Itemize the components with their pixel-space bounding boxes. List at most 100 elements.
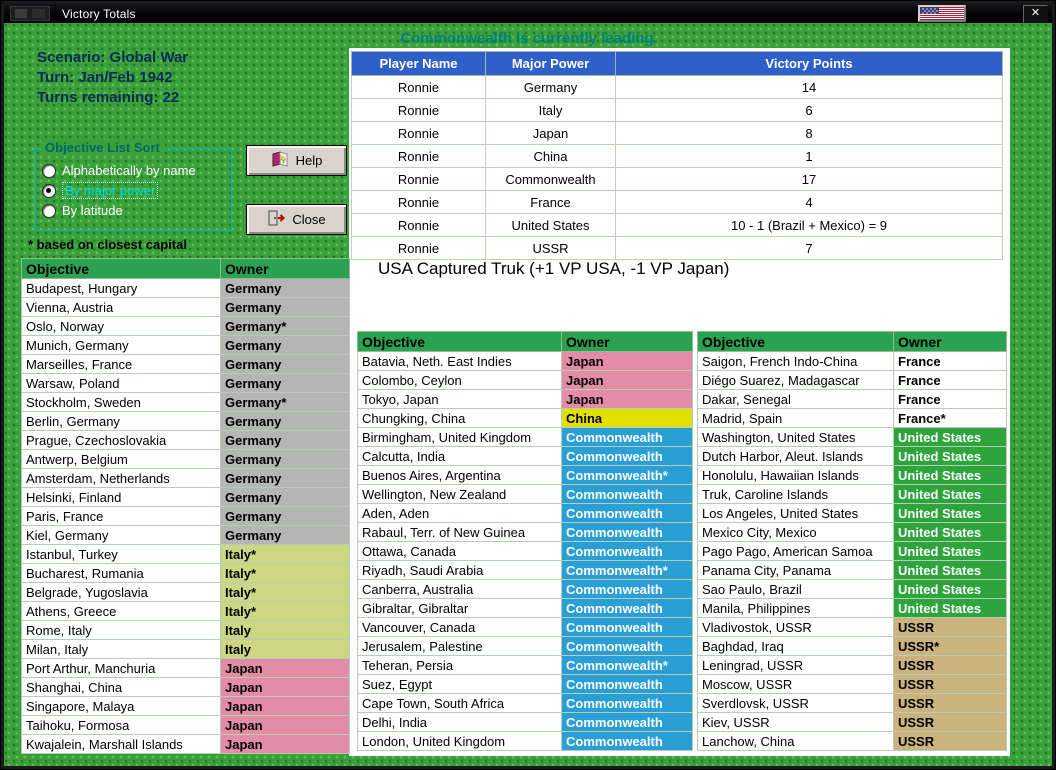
owner-cell: Germany xyxy=(220,506,350,526)
vp-row: Ronnie France 4 xyxy=(351,190,1003,214)
owner-cell: United States xyxy=(893,427,1007,447)
owner-cell: Commonwealth xyxy=(561,617,693,637)
vp-points-cell: 4 xyxy=(615,190,1003,214)
objective-cell: Bucharest, Rumania xyxy=(21,563,221,583)
owner-cell: Italy xyxy=(220,620,350,640)
objective-header-row: Objective Owner xyxy=(697,331,1007,352)
objective-cell: Suez, Egypt xyxy=(357,674,562,694)
vp-table-body: Ronnie Germany 14 Ronnie Italy 6 Ronnie Japan 8 R… xyxy=(351,75,1003,260)
objective-cell: Panama City, Panama xyxy=(697,560,894,580)
owner-cell: United States xyxy=(893,598,1007,618)
objective-cell: Dutch Harbor, Aleut. Islands xyxy=(697,446,894,466)
vp-power-cell: Japan xyxy=(485,121,616,145)
owner-cell: Commonwealth* xyxy=(561,655,693,675)
objective-table-right: Objective Owner Saigon, French Indo-Chin… xyxy=(697,331,1007,751)
owner-cell: Commonwealth xyxy=(561,712,693,732)
scenario-turn: Turn: Jan/Feb 1942 xyxy=(37,69,173,86)
owner-cell: Germany xyxy=(220,354,350,374)
objective-cell: Ottawa, Canada xyxy=(357,541,562,561)
vp-player-cell: Ronnie xyxy=(351,121,486,145)
objective-cell: Truk, Caroline Islands xyxy=(697,484,894,504)
objective-cell: Vladivostok, USSR xyxy=(697,617,894,637)
sort-option-label: By major power xyxy=(62,182,159,199)
objective-row: Dakar, Senegal France xyxy=(697,389,1007,409)
objective-column-header: Objective xyxy=(697,331,894,352)
objective-cell: Teheran, Persia xyxy=(357,655,562,675)
objective-cell: Batavia, Neth. East Indies xyxy=(357,351,562,371)
vp-power-cell: United States xyxy=(485,213,616,237)
owner-cell: Italy* xyxy=(220,544,350,564)
owner-cell: Germany xyxy=(220,373,350,393)
sort-option-alphabetically-by-name[interactable]: Alphabetically by name xyxy=(42,163,224,178)
owner-cell: Commonwealth xyxy=(561,503,693,523)
owner-cell: Commonwealth xyxy=(561,541,693,561)
objective-cell: Sverdlovsk, USSR xyxy=(697,693,894,713)
objective-cell: Berlin, Germany xyxy=(21,411,221,431)
owner-cell: Japan xyxy=(220,734,350,754)
owner-column-header: Owner xyxy=(220,258,350,279)
objective-cell: Baghdad, Iraq xyxy=(697,636,894,656)
owner-cell: France xyxy=(893,370,1007,390)
owner-cell: Commonwealth xyxy=(561,693,693,713)
objective-cell: Pago Pago, American Samoa xyxy=(697,541,894,561)
owner-cell: USSR xyxy=(893,655,1007,675)
owner-cell: Japan xyxy=(220,658,350,678)
owner-cell: Germany xyxy=(220,487,350,507)
vp-power-cell: Germany xyxy=(485,75,616,99)
owner-cell: Germany xyxy=(220,430,350,450)
objective-row: Lanchow, China USSR xyxy=(697,731,1007,751)
objective-cell: Milan, Italy xyxy=(21,639,221,659)
vp-points-cell: 10 - 1 (Brazil + Mexico) = 9 xyxy=(615,213,1003,237)
vp-points-cell: 6 xyxy=(615,98,1003,122)
owner-cell: Germany xyxy=(220,278,350,298)
leading-status-text: Commonwealth is currently leading. xyxy=(400,30,658,47)
vp-points-cell: 8 xyxy=(615,121,1003,145)
objective-cell: Calcutta, India xyxy=(357,446,562,466)
objective-row: Shanghai, China Japan xyxy=(21,677,350,697)
close-window-button[interactable]: ✕ xyxy=(1023,5,1048,23)
app-icon[interactable] xyxy=(10,6,50,21)
objective-row: Chungking, China China xyxy=(357,408,693,428)
owner-cell: Germany* xyxy=(220,392,350,412)
objective-row: Paris, France Germany xyxy=(21,506,350,526)
objective-row: Taihoku, Formosa Japan xyxy=(21,715,350,735)
objective-row: Washington, United States United States xyxy=(697,427,1007,447)
sort-option-label: By latitude xyxy=(62,203,123,218)
objective-row: Riyadh, Saudi Arabia Commonwealth* xyxy=(357,560,693,580)
objective-row: Milan, Italy Italy xyxy=(21,639,350,659)
vp-points-cell: 1 xyxy=(615,144,1003,168)
objective-row: Moscow, USSR USSR xyxy=(697,674,1007,694)
objective-cell: Paris, France xyxy=(21,506,221,526)
objective-cell: Tokyo, Japan xyxy=(357,389,562,409)
owner-cell: United States xyxy=(893,560,1007,580)
owner-cell: Commonwealth xyxy=(561,598,693,618)
objective-table-left: Objective Owner Budapest, Hungary Germany… xyxy=(21,258,350,754)
owner-cell: Commonwealth xyxy=(561,484,693,504)
owner-cell: Commonwealth xyxy=(561,731,693,751)
help-button[interactable]: Help xyxy=(246,145,347,176)
vp-power-cell: Commonwealth xyxy=(485,167,616,191)
objective-row: Ottawa, Canada Commonwealth xyxy=(357,541,693,561)
objective-row: Rabaul, Terr. of New Guinea Commonwealth xyxy=(357,522,693,542)
close-button[interactable]: Close xyxy=(246,204,347,235)
objective-cell: Leningrad, USSR xyxy=(697,655,894,675)
objective-row: Saigon, French Indo-China France xyxy=(697,351,1007,371)
sort-option-by-major-power[interactable]: By major power xyxy=(42,182,224,199)
objective-row: Madrid, Spain France* xyxy=(697,408,1007,428)
owner-cell: United States xyxy=(893,503,1007,523)
objective-cell: Chungking, China xyxy=(357,408,562,428)
objective-row: Vienna, Austria Germany xyxy=(21,297,350,317)
vp-player-cell: Ronnie xyxy=(351,75,486,99)
sort-option-by-latitude[interactable]: By latitude xyxy=(42,203,224,218)
vp-power-cell: China xyxy=(485,144,616,168)
owner-cell: Germany xyxy=(220,335,350,355)
owner-cell: China xyxy=(561,408,693,428)
objective-cell: Manila, Philippines xyxy=(697,598,894,618)
objective-row: Canberra, Australia Commonwealth xyxy=(357,579,693,599)
objective-cell: Washington, United States xyxy=(697,427,894,447)
objective-cell: Colombo, Ceylon xyxy=(357,370,562,390)
objective-row: Cape Town, South Africa Commonwealth xyxy=(357,693,693,713)
objective-row: Wellington, New Zealand Commonwealth xyxy=(357,484,693,504)
objective-row: Calcutta, India Commonwealth xyxy=(357,446,693,466)
owner-cell: United States xyxy=(893,465,1007,485)
